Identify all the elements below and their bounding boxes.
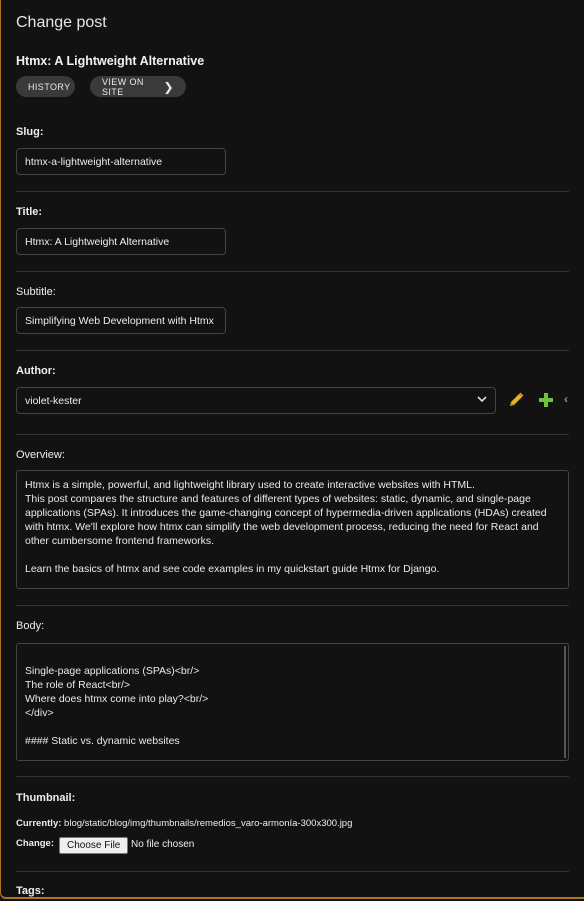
- title-input[interactable]: Htmx: A Lightweight Alternative: [16, 228, 226, 255]
- chevron-down-icon: [477, 395, 487, 406]
- currently-label: Currently:: [16, 818, 62, 829]
- divider: [16, 605, 569, 606]
- pencil-icon[interactable]: [507, 391, 525, 409]
- title-value: Htmx: A Lightweight Alternative: [25, 235, 170, 248]
- page-title: Change post: [16, 14, 107, 31]
- slug-label: Slug:: [16, 126, 44, 138]
- author-select[interactable]: violet-kester: [16, 387, 496, 414]
- slug-input[interactable]: htmx-a-lightweight-alternative: [16, 148, 226, 175]
- history-button[interactable]: HISTORY: [16, 76, 75, 97]
- chevron-right-icon: ❯: [163, 79, 174, 94]
- overview-label: Overview:: [16, 449, 65, 461]
- divider: [16, 350, 569, 351]
- author-label: Author:: [16, 365, 56, 377]
- subtitle-input[interactable]: Simplifying Web Development with Htmx: [16, 307, 226, 334]
- divider: [16, 776, 569, 777]
- view-on-site-button[interactable]: VIEW ON SITE ❯: [90, 76, 186, 97]
- divider: [16, 871, 569, 872]
- view-on-site-label: VIEW ON SITE: [102, 76, 144, 97]
- body-content: Single-page applications (SPAs)<br/> The…: [25, 665, 209, 747]
- scrollbar[interactable]: [564, 646, 566, 758]
- thumbnail-label: Thumbnail:: [16, 792, 76, 804]
- tags-label: Tags:: [16, 885, 45, 897]
- change-label: Change:: [16, 838, 54, 849]
- subtitle-label: Subtitle:: [16, 286, 56, 298]
- chevron-left-icon[interactable]: ‹: [564, 392, 568, 406]
- author-value: violet-kester: [25, 394, 82, 407]
- page-frame: [0, 0, 584, 899]
- slug-value: htmx-a-lightweight-alternative: [25, 155, 163, 168]
- plus-icon[interactable]: [537, 391, 555, 409]
- subtitle-value: Simplifying Web Development with Htmx: [25, 314, 214, 327]
- title-label: Title:: [16, 206, 43, 218]
- body-textarea[interactable]: Single-page applications (SPAs)<br/> The…: [16, 643, 569, 761]
- choose-file-button[interactable]: Choose File: [59, 837, 129, 854]
- divider: [16, 191, 569, 192]
- object-title: Htmx: A Lightweight Alternative: [16, 54, 205, 68]
- history-label: HISTORY: [28, 81, 71, 92]
- divider: [16, 434, 569, 435]
- overview-textarea[interactable]: Htmx is a simple, powerful, and lightwei…: [16, 470, 569, 589]
- thumbnail-current: Currently: blog/static/blog/img/thumbnai…: [16, 818, 352, 829]
- body-label: Body:: [16, 620, 45, 632]
- no-file-text: No file chosen: [131, 839, 195, 850]
- divider: [16, 271, 569, 272]
- currently-link[interactable]: blog/static/blog/img/thumbnails/remedios…: [64, 818, 352, 829]
